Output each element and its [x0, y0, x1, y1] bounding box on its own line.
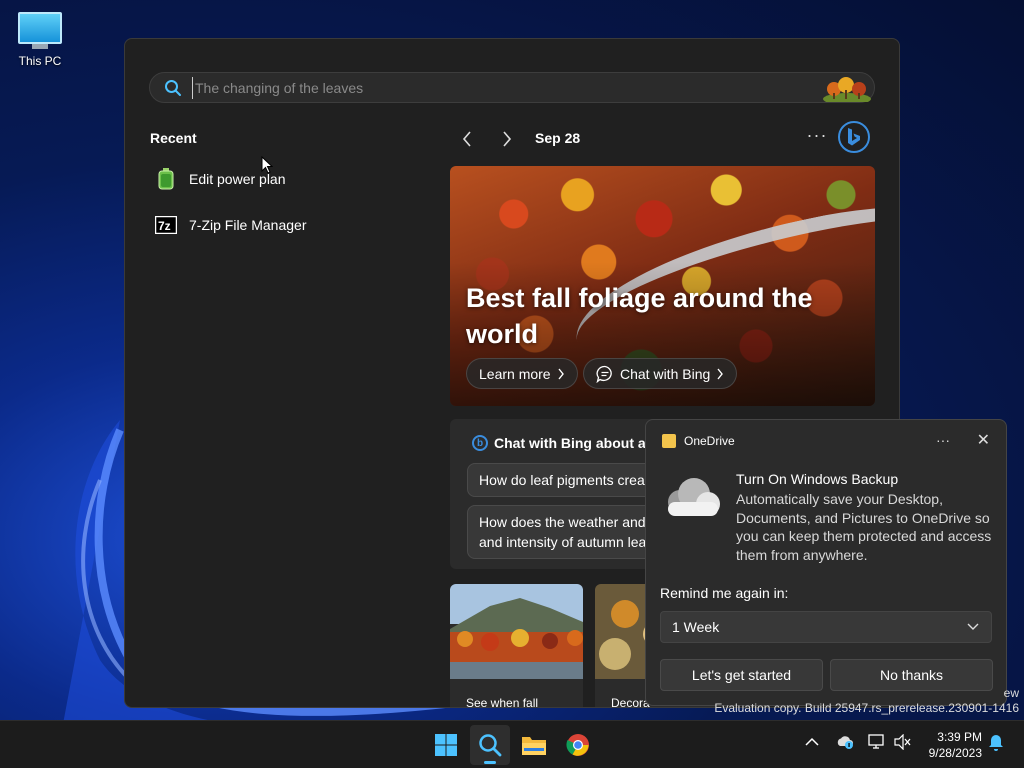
learn-more-button[interactable]: Learn more: [466, 358, 578, 389]
search-taskbar-button[interactable]: [470, 725, 510, 765]
bing-icon[interactable]: [838, 121, 870, 153]
toast-title: Turn On Windows Backup: [736, 471, 899, 487]
chevron-right-icon: [717, 368, 724, 379]
hero-card[interactable]: Best fall foliage around the world Learn…: [450, 166, 875, 406]
onedrive-notification: OneDrive ··· ✕ Turn On Windows Backup Au…: [645, 419, 1007, 706]
more-options-button[interactable]: ···: [805, 125, 829, 149]
7zip-icon: 7z: [155, 214, 177, 236]
volume-tray-button[interactable]: [894, 733, 912, 753]
search-icon: [479, 734, 502, 757]
chevron-up-icon: [805, 737, 819, 746]
recent-item-label: 7-Zip File Manager: [189, 217, 307, 233]
recent-item-edit-power-plan[interactable]: Edit power plan: [155, 162, 415, 196]
search-box[interactable]: [149, 72, 875, 103]
onedrive-tray-button[interactable]: [836, 734, 854, 753]
recent-heading: Recent: [150, 130, 197, 146]
recent-item-7zip[interactable]: 7z 7-Zip File Manager: [155, 208, 415, 242]
date-label: Sep 28: [535, 130, 581, 146]
battery-icon: [155, 168, 177, 190]
watermark-line-2: Evaluation copy. Build 25947.rs_prerelea…: [714, 701, 1019, 715]
bing-icon: b: [472, 435, 488, 451]
bell-icon: [989, 735, 1003, 751]
search-icon: [165, 80, 181, 96]
previous-button[interactable]: [455, 127, 479, 151]
show-hidden-icons-button[interactable]: [805, 735, 819, 750]
desktop-icon-label: This PC: [18, 54, 62, 68]
toast-close-button[interactable]: ✕: [977, 430, 990, 450]
chat-card-header: b Chat with Bing about au: [472, 435, 654, 451]
onedrive-icon: [662, 434, 676, 448]
start-button[interactable]: [426, 725, 466, 765]
story-card-fall[interactable]: See when fall: [450, 584, 583, 708]
remind-interval-select[interactable]: 1 Week: [660, 611, 992, 643]
toast-app-name: OneDrive: [684, 434, 735, 448]
svg-text:7z: 7z: [158, 219, 171, 233]
chevron-right-icon: [558, 368, 564, 379]
toast-more-button[interactable]: ···: [936, 432, 950, 448]
clock-time: 3:39 PM: [937, 730, 982, 744]
volume-muted-icon: [894, 733, 911, 751]
chat-with-bing-label: Chat with Bing: [620, 365, 711, 382]
toast-header: OneDrive: [662, 434, 735, 448]
chrome-icon: [566, 734, 589, 756]
hero-headline: Best fall foliage around the world: [466, 283, 813, 349]
cloud-icon: [668, 478, 720, 516]
toast-body: Automatically save your Desktop, Documen…: [736, 491, 992, 563]
desktop-icon-this-pc[interactable]: This PC: [10, 8, 70, 68]
onedrive-cloud-info-icon: [837, 736, 853, 749]
network-tray-button[interactable]: [868, 734, 886, 753]
chat-card-title: Chat with Bing about au: [494, 435, 655, 451]
story-image: [450, 584, 583, 679]
search-highlight-icon: [823, 77, 871, 102]
taskbar: 3:39 PM 9/28/2023: [0, 720, 1024, 768]
chat-bubble-icon: [596, 365, 612, 383]
windows-icon: [435, 734, 457, 756]
monitor-icon: [18, 12, 62, 50]
no-thanks-button[interactable]: No thanks: [830, 659, 993, 691]
mouse-cursor-icon: [261, 156, 273, 174]
next-button[interactable]: [495, 127, 519, 151]
network-icon: [868, 734, 884, 749]
search-input[interactable]: [192, 77, 812, 99]
notifications-button[interactable]: [988, 734, 1004, 755]
remind-interval-value: 1 Week: [672, 619, 720, 635]
suggested-question-2[interactable]: How does the weather and and intensity o…: [467, 505, 667, 559]
chevron-down-icon: [967, 623, 979, 630]
chat-with-bing-button[interactable]: Chat with Bing: [583, 358, 738, 389]
clock-date: 9/28/2023: [928, 746, 982, 760]
story-caption: See when fall: [466, 696, 539, 708]
watermark-line-1: ew: [1003, 686, 1019, 700]
learn-more-label: Learn more: [479, 365, 551, 382]
file-explorer-button[interactable]: [514, 725, 554, 765]
story-caption: Decora: [611, 696, 650, 708]
chevron-left-icon: [462, 131, 471, 147]
suggested-question-1[interactable]: How do leaf pigments crea: [467, 463, 667, 497]
lets-get-started-button[interactable]: Let's get started: [660, 659, 823, 691]
chevron-right-icon: [503, 131, 512, 147]
system-clock[interactable]: 3:39 PM 9/28/2023: [916, 729, 982, 761]
chrome-button[interactable]: [558, 725, 598, 765]
folder-icon: [522, 737, 546, 755]
remind-label: Remind me again in:: [660, 585, 789, 601]
